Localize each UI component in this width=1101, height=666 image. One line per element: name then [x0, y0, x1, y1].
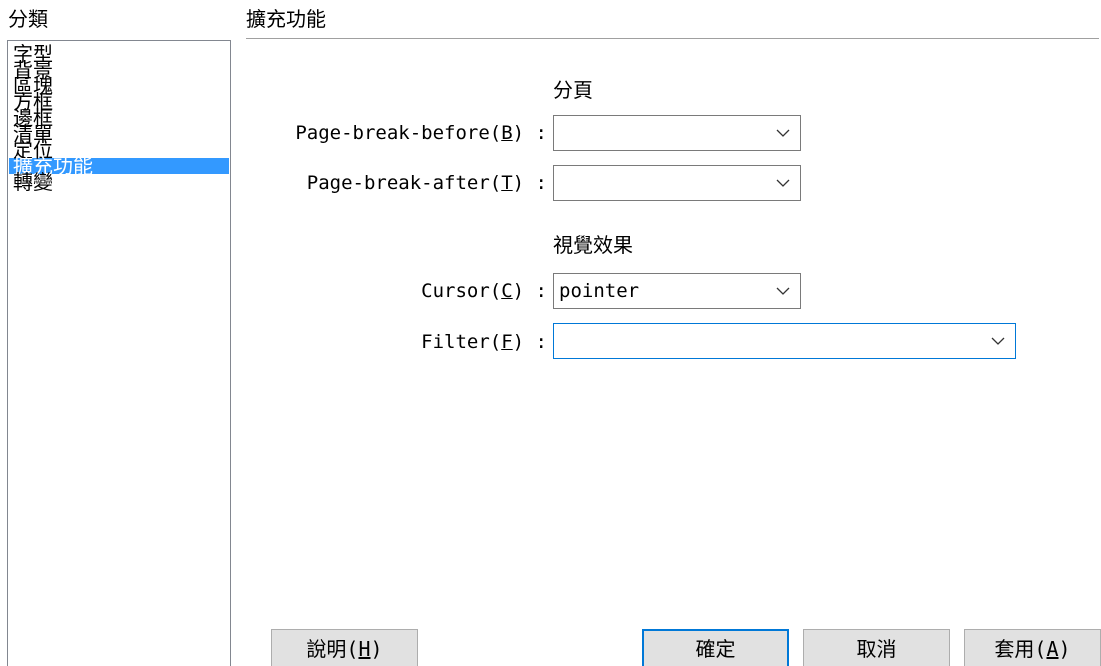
chevron-down-icon — [776, 129, 790, 137]
help-button[interactable]: 說明(H) — [271, 629, 418, 666]
category-list[interactable]: 字型 背景 區塊 方框 邊框 清單 定位 擴充功能 轉變 — [7, 40, 231, 666]
ok-button[interactable]: 確定 — [642, 629, 789, 666]
title-divider — [246, 38, 1099, 39]
category-item-transition[interactable]: 轉變 — [9, 172, 229, 192]
panel-title: 擴充功能 — [246, 7, 326, 31]
chevron-down-icon — [776, 287, 790, 295]
cancel-button[interactable]: 取消 — [803, 629, 950, 666]
filter-label: Filter(F) : — [421, 331, 547, 353]
css-style-definition-dialog: 分類 字型 背景 區塊 方框 邊框 清單 定位 擴充功能 轉變 擴充功能 分頁 … — [0, 0, 1101, 666]
cursor-select[interactable]: pointer — [553, 273, 801, 309]
page-break-before-select[interactable] — [553, 115, 801, 151]
page-break-before-label: Page-break-before(B) : — [295, 122, 547, 144]
filter-select[interactable] — [553, 323, 1016, 359]
category-heading: 分類 — [8, 7, 48, 31]
chevron-down-icon — [991, 337, 1005, 345]
page-break-after-select[interactable] — [553, 165, 801, 201]
apply-button[interactable]: 套用(A) — [964, 629, 1101, 666]
page-break-after-label: Page-break-after(T) : — [306, 172, 547, 194]
cursor-label: Cursor(C) : — [421, 280, 547, 302]
page-break-heading: 分頁 — [553, 78, 593, 102]
visual-effects-heading: 視覺效果 — [553, 233, 633, 257]
chevron-down-icon — [776, 179, 790, 187]
